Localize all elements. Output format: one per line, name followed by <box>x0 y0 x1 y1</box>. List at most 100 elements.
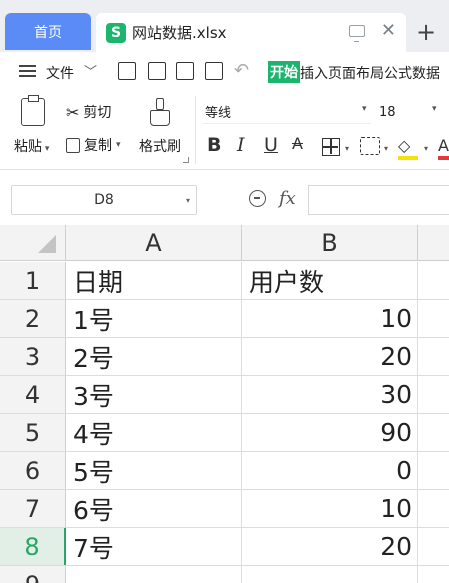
hamburger-icon[interactable] <box>19 65 36 77</box>
document-title: 网站数据.xlsx <box>132 24 227 42</box>
function-icon[interactable]: fx <box>279 188 296 209</box>
new-tab-button[interactable]: + <box>416 18 436 46</box>
table-row: 7 6号 10 <box>0 490 449 528</box>
print-preview-icon[interactable] <box>205 62 223 80</box>
cell-b4[interactable]: 30 <box>242 376 418 413</box>
cell-b9[interactable] <box>242 566 418 583</box>
cell-b6[interactable]: 0 <box>242 452 418 489</box>
export-icon[interactable] <box>148 62 166 80</box>
table-row: 4 3号 30 <box>0 376 449 414</box>
table-row: 8 7号 20 <box>0 528 449 566</box>
row-header[interactable]: 3 <box>0 338 66 375</box>
select-all-button[interactable] <box>0 225 66 261</box>
copy-icon <box>66 137 80 153</box>
fill-color-icon[interactable]: ◇ <box>398 136 410 155</box>
row-header[interactable]: 2 <box>0 300 66 337</box>
tab-document[interactable]: S 网站数据.xlsx ✕ <box>96 13 406 52</box>
zoom-icon[interactable] <box>249 190 266 207</box>
ribbon: 粘贴 ▾ ✂ 剪切 复制 ▾ 格式刷 等线 ▾ 18 ▾ B I U A ▾ ▾… <box>0 92 449 170</box>
menu-file[interactable]: 文件 <box>46 63 74 83</box>
cell-c1[interactable] <box>418 262 449 299</box>
save-icon[interactable] <box>118 62 136 80</box>
chevron-down-icon[interactable]: ▾ <box>345 144 349 153</box>
italic-button[interactable]: I <box>237 134 245 156</box>
spreadsheet-icon: S <box>106 22 126 43</box>
table-row: 9 <box>0 566 449 583</box>
format-painter-button[interactable]: 格式刷 <box>139 136 181 156</box>
name-box[interactable]: D8 <box>11 185 197 215</box>
font-color-swatch <box>438 156 449 160</box>
chevron-down-icon[interactable]: ▾ <box>432 104 437 114</box>
paste-icon[interactable] <box>21 95 45 126</box>
cell-b7[interactable]: 10 <box>242 490 418 527</box>
cell-b8[interactable]: 20 <box>242 528 418 565</box>
row-header[interactable]: 9 <box>0 566 66 583</box>
chevron-down-icon[interactable]: ▾ <box>362 104 367 114</box>
strikethrough-button[interactable]: A <box>292 134 303 153</box>
row-header[interactable]: 7 <box>0 490 66 527</box>
bold-button[interactable]: B <box>207 134 221 156</box>
cell-a4[interactable]: 3号 <box>66 376 242 413</box>
cell-a7[interactable]: 6号 <box>66 490 242 527</box>
dialog-launcher-icon[interactable] <box>183 157 189 163</box>
chevron-down-icon[interactable]: ▾ <box>186 196 190 205</box>
tab-start[interactable]: 开始 <box>268 61 300 83</box>
cell-c6[interactable] <box>418 452 449 489</box>
print-icon[interactable] <box>176 62 194 80</box>
cell-c8[interactable] <box>418 528 449 565</box>
formula-bar: D8 ▾ fx <box>0 182 449 220</box>
row-header-active[interactable]: 8 <box>0 528 66 565</box>
font-size-select[interactable]: 18 <box>377 100 449 124</box>
cell-a1[interactable]: 日期 <box>66 262 242 299</box>
font-color-icon[interactable]: A <box>438 136 449 155</box>
cell-c2[interactable] <box>418 300 449 337</box>
chevron-down-icon[interactable]: ▾ <box>424 144 428 153</box>
undo-icon[interactable]: ↶ <box>234 60 249 81</box>
cell-c5[interactable] <box>418 414 449 451</box>
border-icon[interactable] <box>322 138 340 156</box>
cell-b1[interactable]: 用户数 <box>242 262 418 299</box>
chevron-down-icon[interactable]: ﹀ <box>84 61 97 80</box>
table-row: 3 2号 20 <box>0 338 449 376</box>
cell-c7[interactable] <box>418 490 449 527</box>
menu-bar: 文件 ﹀ ↶ 开始 插入页面布局公式数据 <box>0 52 449 92</box>
row-header[interactable]: 4 <box>0 376 66 413</box>
close-icon[interactable]: ✕ <box>381 22 396 40</box>
cut-button[interactable]: ✂ 剪切 <box>66 102 111 122</box>
table-row: 5 4号 90 <box>0 414 449 452</box>
formula-input[interactable] <box>308 185 449 215</box>
cell-c4[interactable] <box>418 376 449 413</box>
cell-a6[interactable]: 5号 <box>66 452 242 489</box>
font-name-select[interactable]: 等线 <box>203 100 371 124</box>
chevron-down-icon[interactable]: ▾ <box>384 144 388 153</box>
cell-c3[interactable] <box>418 338 449 375</box>
format-painter-icon[interactable] <box>150 98 170 128</box>
monitor-icon[interactable] <box>348 25 365 42</box>
paste-button[interactable]: 粘贴 ▾ <box>14 136 49 156</box>
menu-tabs[interactable]: 插入页面布局公式数据 <box>300 63 440 83</box>
column-header-c[interactable] <box>418 225 449 261</box>
row-header[interactable]: 1 <box>0 262 66 299</box>
cell-b3[interactable]: 20 <box>242 338 418 375</box>
cell-b2[interactable]: 10 <box>242 300 418 337</box>
row-header[interactable]: 5 <box>0 414 66 451</box>
copy-button[interactable]: 复制 ▾ <box>66 135 121 155</box>
clear-format-icon[interactable] <box>360 137 380 155</box>
tab-home[interactable]: 首页 <box>5 13 91 50</box>
table-row: 1 日期 用户数 <box>0 262 449 300</box>
cut-label: 剪切 <box>83 105 112 121</box>
cell-a8[interactable]: 7号 <box>66 528 242 565</box>
column-header-a[interactable]: A <box>66 225 242 261</box>
underline-button[interactable]: U <box>264 134 278 156</box>
cell-a9[interactable] <box>66 566 242 583</box>
cell-a3[interactable]: 2号 <box>66 338 242 375</box>
column-header-b[interactable]: B <box>242 225 418 261</box>
row-header[interactable]: 6 <box>0 452 66 489</box>
ribbon-divider <box>195 96 196 164</box>
fill-color-swatch <box>398 156 418 160</box>
table-row: 2 1号 10 <box>0 300 449 338</box>
cell-a2[interactable]: 1号 <box>66 300 242 337</box>
cell-c9[interactable] <box>418 566 449 583</box>
cell-a5[interactable]: 4号 <box>66 414 242 451</box>
cell-b5[interactable]: 90 <box>242 414 418 451</box>
